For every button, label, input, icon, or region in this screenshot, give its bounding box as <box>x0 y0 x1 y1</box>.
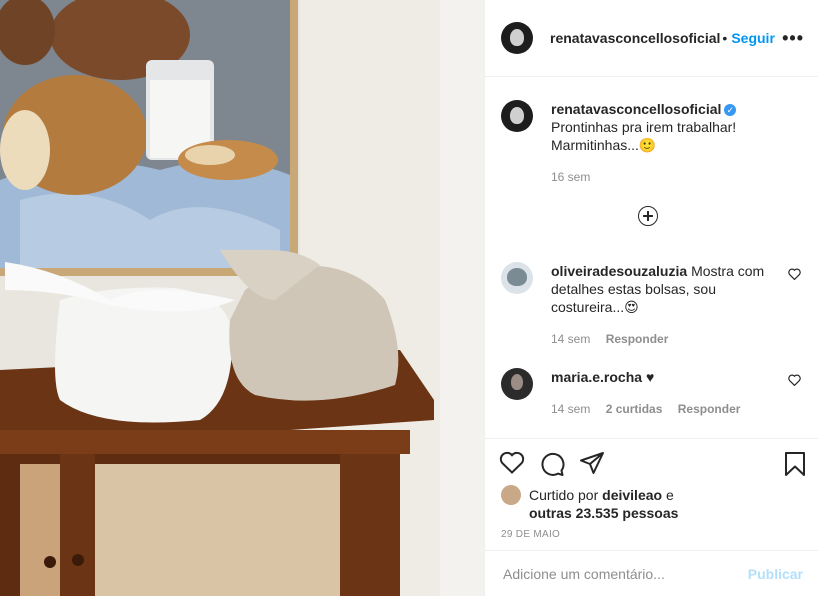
caption-username[interactable]: renatavasconcellosoficial <box>551 101 721 117</box>
add-comment-bar: Publicar <box>485 550 818 596</box>
comments-area: renatavasconcellosoficial ✓ Prontinhas pr… <box>485 78 818 438</box>
share-icon[interactable] <box>579 451 605 475</box>
load-more-comments-button[interactable] <box>638 206 658 226</box>
caption-meta: 16 sem <box>551 168 773 186</box>
comment-input[interactable] <box>501 564 748 583</box>
comment-meta: 14 sem Responder <box>551 330 773 348</box>
caption-text-line2: Marmitinhas... <box>551 137 639 153</box>
comment-time[interactable]: 14 sem <box>551 402 590 416</box>
liked-by-prefix: Curtido por <box>529 487 599 503</box>
heart-icon[interactable] <box>499 451 525 475</box>
post-photo-image <box>0 0 484 596</box>
comment-time[interactable]: 14 sem <box>551 332 590 346</box>
comment-username[interactable]: maria.e.rocha <box>551 369 642 385</box>
liked-by-text: Curtido por deivileao e outras 23.535 pe… <box>529 486 678 522</box>
comment-like-heart-icon[interactable] <box>788 374 801 389</box>
comment-like-heart-icon[interactable] <box>788 268 801 283</box>
separator-dot: • <box>722 30 728 46</box>
post-detail-panel: renatavasconcellosoficial • Seguir ••• r… <box>484 0 818 596</box>
comment-likes-count[interactable]: 2 curtidas <box>606 402 663 416</box>
caption: renatavasconcellosoficial ✓ Prontinhas pr… <box>501 100 801 186</box>
caption-avatar[interactable] <box>501 100 533 132</box>
comment-body: maria.e.rocha ♥ 14 sem 2 curtidas Respon… <box>551 368 773 418</box>
verified-icon: ✓ <box>724 104 737 116</box>
reply-button[interactable]: Responder <box>606 332 669 346</box>
liked-by: Curtido por deivileao e outras 23.535 pe… <box>501 485 678 522</box>
author-avatar[interactable] <box>501 22 533 54</box>
comment-body: oliveiradesouzaluzia Mostra com detalhes… <box>551 262 773 348</box>
comment-avatar[interactable] <box>501 368 533 400</box>
post-date[interactable]: 29 DE MAIO <box>501 529 560 540</box>
post-header: renatavasconcellosoficial • Seguir ••• <box>485 0 818 77</box>
post-actions: Curtido por deivileao e outras 23.535 pe… <box>485 438 818 551</box>
smile-emoji: 🙂 <box>638 137 657 153</box>
publish-button[interactable]: Publicar <box>748 566 803 582</box>
post-photo[interactable] <box>0 0 484 596</box>
heart-eyes-emoji: 😍 <box>624 299 639 315</box>
add-circle-icon <box>638 206 658 226</box>
liker-avatar[interactable] <box>501 485 521 505</box>
comment-item: oliveiradesouzaluzia Mostra com detalhes… <box>501 262 801 348</box>
follow-button[interactable]: Seguir <box>731 30 775 46</box>
author-username[interactable]: renatavasconcellosoficial <box>550 30 720 46</box>
likes-count[interactable]: outras 23.535 pessoas <box>529 505 678 521</box>
black-heart-emoji: ♥ <box>645 369 655 385</box>
comment-icon[interactable] <box>539 451 565 477</box>
caption-time[interactable]: 16 sem <box>551 170 590 184</box>
action-icons-row <box>499 451 809 477</box>
liked-by-connector: e <box>665 487 674 503</box>
comment-meta: 14 sem 2 curtidas Responder <box>551 400 773 418</box>
comment-username[interactable]: oliveiradesouzaluzia <box>551 263 687 279</box>
comment-avatar[interactable] <box>501 262 533 294</box>
bookmark-icon[interactable] <box>783 451 807 477</box>
comment-item: maria.e.rocha ♥ 14 sem 2 curtidas Respon… <box>501 368 801 418</box>
liker-username[interactable]: deivileao <box>602 487 662 503</box>
more-icon[interactable]: ••• <box>782 28 804 49</box>
caption-text-line1: Prontinhas pra irem trabalhar! <box>551 119 737 135</box>
caption-body: renatavasconcellosoficial ✓ Prontinhas pr… <box>551 100 773 186</box>
reply-button[interactable]: Responder <box>678 402 741 416</box>
